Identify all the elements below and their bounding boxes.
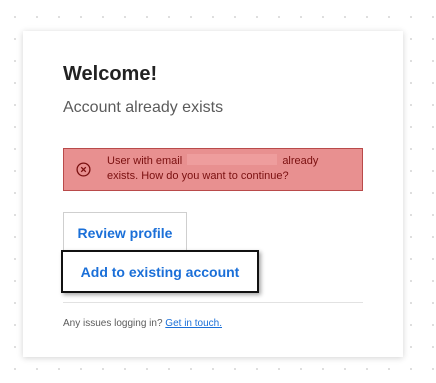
alert-text-before: User with email xyxy=(107,155,183,167)
footer-help: Any issues logging in? Get in touch. xyxy=(63,318,222,329)
divider xyxy=(63,302,363,303)
close-circle-icon xyxy=(76,162,91,177)
footer-text: Any issues logging in? xyxy=(63,318,163,329)
get-in-touch-link[interactable]: Get in touch. xyxy=(165,318,222,329)
review-profile-button[interactable]: Review profile xyxy=(63,212,187,252)
alert-message: User with email already exists. How do y… xyxy=(107,154,357,184)
add-to-existing-account-button[interactable]: Add to existing account xyxy=(61,250,259,293)
error-alert: User with email already exists. How do y… xyxy=(63,148,363,191)
alert-text-line2: exists. How do you want to continue? xyxy=(107,170,289,182)
welcome-card: Welcome! Account already exists User wit… xyxy=(23,31,403,357)
page-title: Welcome! xyxy=(63,63,158,85)
alert-text-after: already xyxy=(282,155,319,167)
page-subtitle: Account already exists xyxy=(63,99,224,116)
redacted-email xyxy=(187,154,278,165)
